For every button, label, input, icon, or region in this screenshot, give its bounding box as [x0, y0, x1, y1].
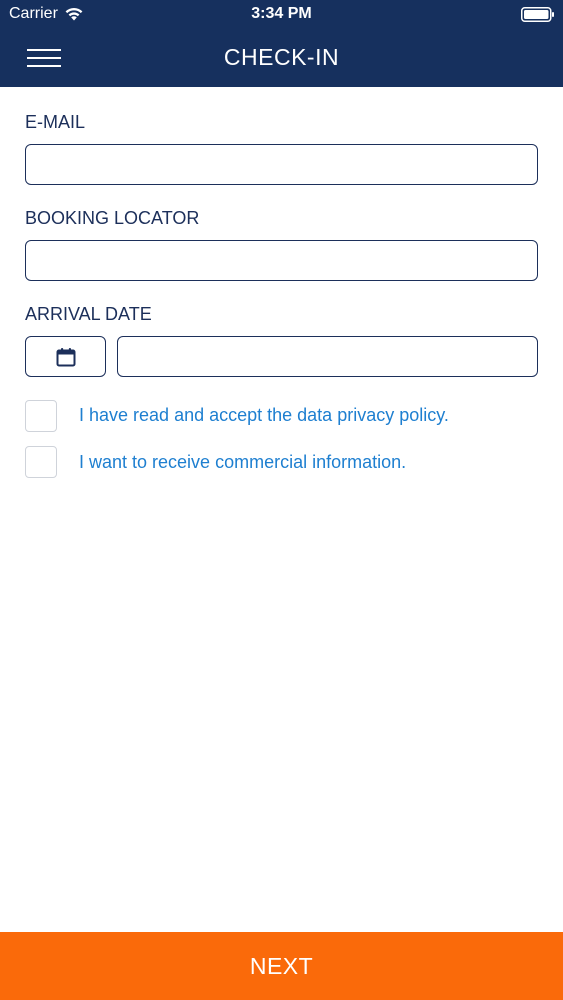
- booking-locator-label: BOOKING LOCATOR: [25, 208, 200, 228]
- next-button[interactable]: NEXT: [0, 932, 563, 1000]
- commercial-info-label[interactable]: I want to receive commercial information…: [79, 452, 406, 473]
- arrival-date-field[interactable]: [117, 336, 538, 377]
- header: Carrier 3:34 PM CHECK-IN: [0, 0, 563, 87]
- arrival-date-label: ARRIVAL DATE: [25, 304, 152, 324]
- nav-bar: CHECK-IN: [0, 30, 563, 87]
- status-bar: Carrier 3:34 PM: [0, 0, 563, 30]
- page-title: CHECK-IN: [223, 44, 340, 70]
- commercial-info-checkbox[interactable]: [25, 446, 57, 478]
- calendar-icon: [56, 347, 75, 366]
- battery-icon: [521, 7, 554, 22]
- email-field[interactable]: [25, 144, 538, 185]
- privacy-policy-checkbox[interactable]: [25, 400, 57, 432]
- privacy-policy-label[interactable]: I have read and accept the data privacy …: [79, 405, 449, 426]
- booking-locator-field[interactable]: [25, 240, 538, 281]
- next-button-label: NEXT: [249, 952, 314, 979]
- status-time: 3:34 PM: [251, 5, 312, 22]
- calendar-button[interactable]: [25, 336, 106, 377]
- email-label: E-MAIL: [25, 112, 86, 132]
- check-in-screen: Carrier 3:34 PM CHECK-IN E-MAIL BOOKING …: [0, 0, 563, 1000]
